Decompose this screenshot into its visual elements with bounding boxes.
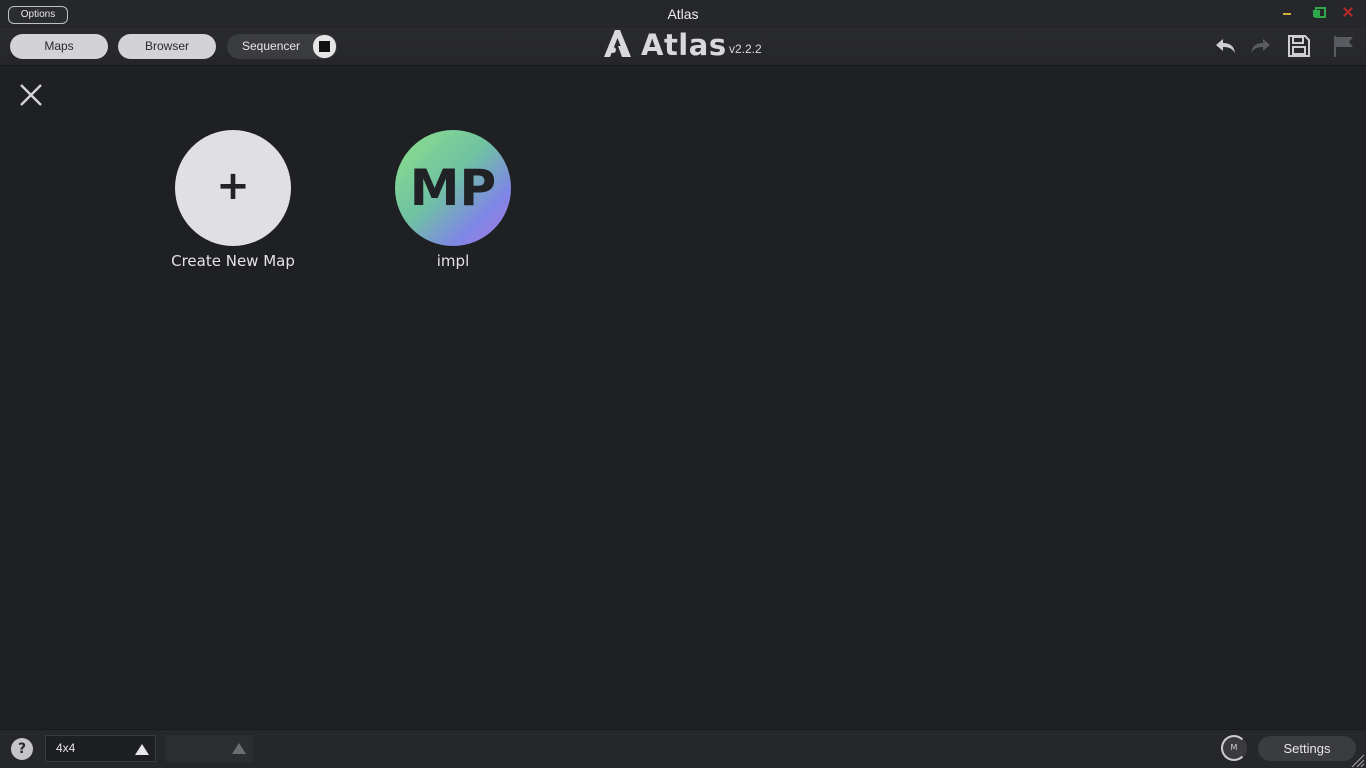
window-title: Atlas	[667, 6, 699, 22]
logo-wordmark: Atlas	[641, 28, 727, 62]
stop-icon[interactable]	[313, 35, 336, 58]
maps-tab-button[interactable]: Maps	[10, 34, 108, 59]
help-icon[interactable]: ?	[11, 738, 33, 760]
redo-icon[interactable]	[1247, 33, 1273, 59]
create-new-map-label: Create New Map	[171, 252, 295, 270]
window-close-icon[interactable]	[1342, 6, 1354, 18]
secondary-select[interactable]	[166, 735, 253, 762]
sequencer-button[interactable]: Sequencer	[227, 34, 337, 59]
browser-tab-button[interactable]: Browser	[118, 34, 216, 59]
sequencer-label: Sequencer	[242, 39, 301, 53]
triangle-up-icon[interactable]	[232, 743, 246, 754]
close-icon[interactable]	[19, 83, 43, 107]
version-label: v2.2.2	[729, 42, 762, 56]
map-tile-label: impl	[436, 252, 470, 270]
minimize-icon[interactable]	[1281, 6, 1293, 18]
status-bar: ? 4x4 M Settings	[0, 729, 1366, 768]
save-icon[interactable]	[1286, 33, 1312, 59]
grid-size-value: 4x4	[56, 741, 76, 755]
map-avatar[interactable]: MP	[395, 130, 511, 246]
triangle-up-icon[interactable]	[135, 744, 149, 755]
plus-icon[interactable]: +	[175, 130, 291, 246]
maximize-icon[interactable]	[1312, 6, 1326, 18]
knob-label: M	[1230, 743, 1238, 752]
resize-grip-icon[interactable]	[1349, 752, 1365, 768]
settings-button[interactable]: Settings	[1258, 736, 1356, 761]
grid-size-select[interactable]: 4x4	[45, 735, 156, 762]
knob-icon[interactable]: M	[1221, 735, 1247, 761]
title-bar: Options Atlas	[0, 0, 1366, 28]
flag-icon[interactable]	[1330, 33, 1356, 59]
undo-icon[interactable]	[1213, 33, 1239, 59]
atlas-logo-icon	[604, 30, 631, 57]
